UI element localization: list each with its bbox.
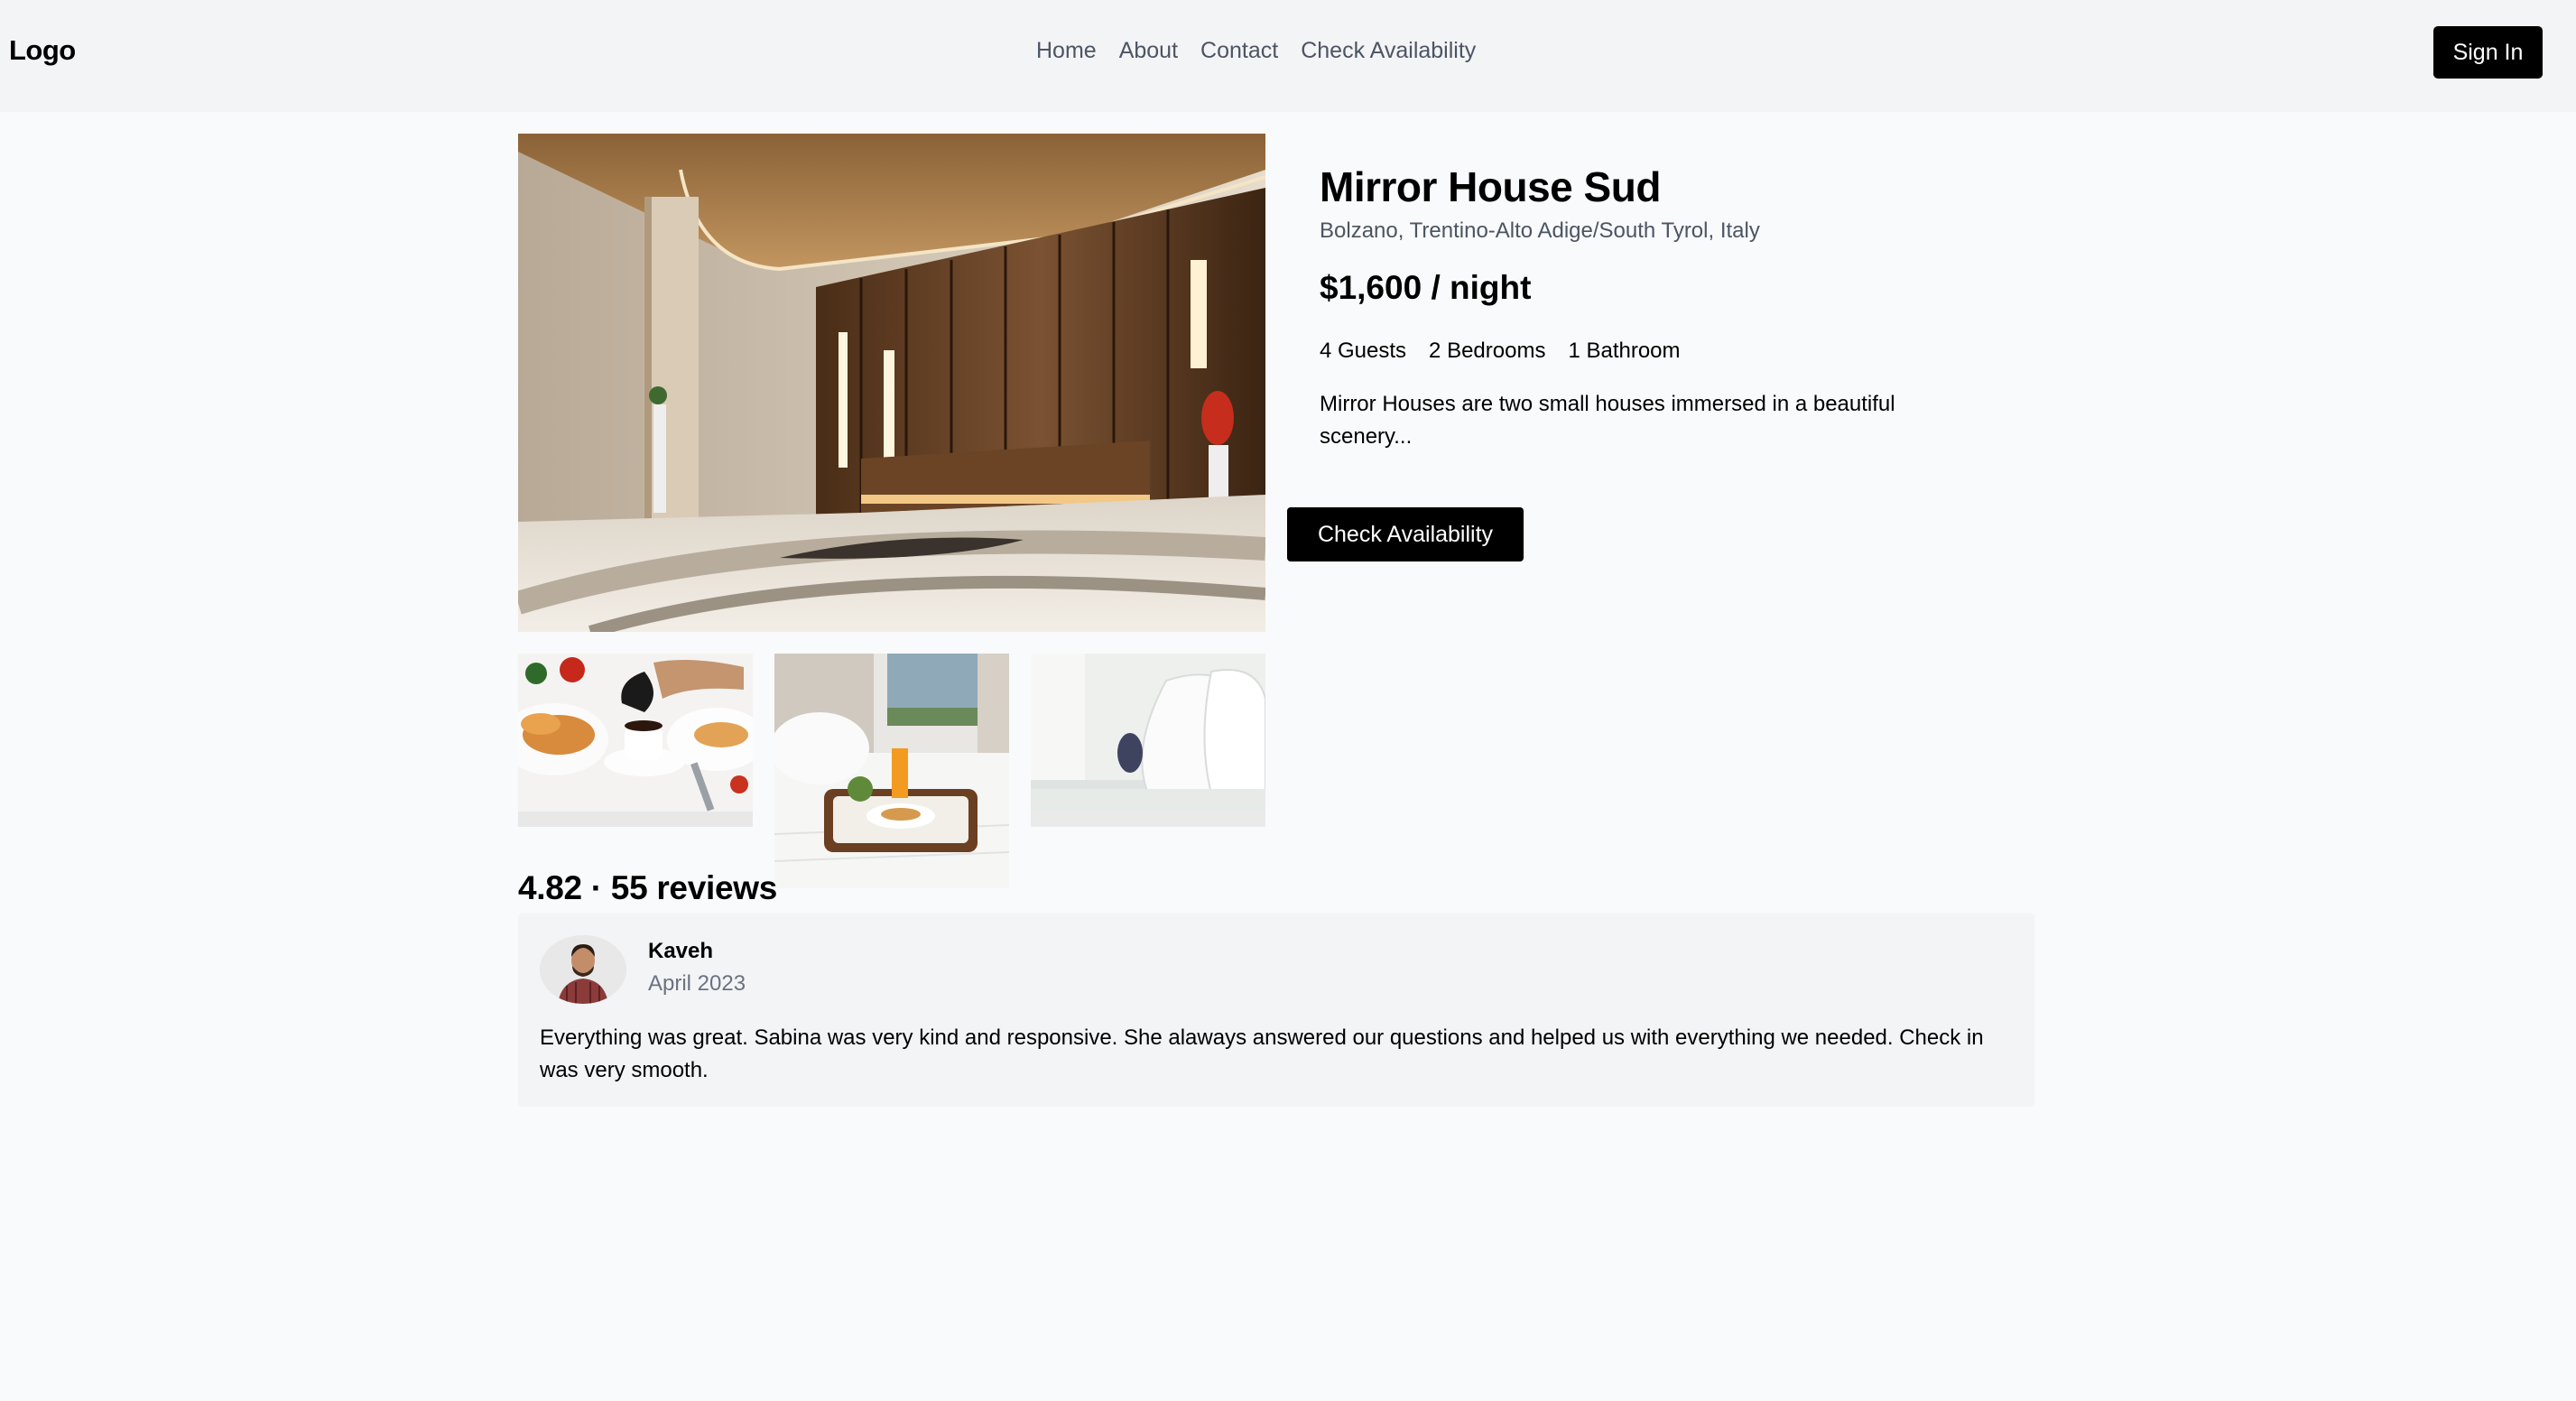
review-text: Everything was great. Sabina was very ki… (540, 1025, 1984, 1082)
avatar (540, 935, 626, 1004)
listing-price: $1,600 / night (1320, 269, 1532, 306)
logo[interactable]: Logo (9, 34, 76, 67)
spec-bathrooms: 1 Bathroom (1568, 339, 1681, 363)
reviewer-name: Kaveh (648, 939, 714, 963)
thumbnail-bed-pillows[interactable] (1031, 654, 1265, 827)
listing-specs: 4 Guests 2 Bedrooms 1 Bathroom (1320, 339, 1681, 364)
sign-in-button[interactable]: Sign In (2433, 26, 2543, 79)
nav-check-availability[interactable]: Check Availability (1301, 38, 1476, 64)
main-nav: Home About Contact Check Availability (1036, 38, 1476, 64)
nav-contact[interactable]: Contact (1200, 38, 1278, 64)
thumbnail-breakfast-coffee[interactable] (518, 654, 753, 827)
check-availability-button[interactable]: Check Availability (1287, 507, 1524, 561)
listing-location: Bolzano, Trentino-Alto Adige/South Tyrol… (1320, 218, 1760, 243)
nav-about[interactable]: About (1119, 38, 1178, 64)
nav-home[interactable]: Home (1036, 38, 1097, 64)
review-date: April 2023 (648, 971, 746, 996)
listing-title: Mirror House Sud (1320, 163, 1661, 210)
spec-bedrooms: 2 Bedrooms (1429, 339, 1546, 363)
main-listing-photo[interactable] (518, 134, 1265, 632)
spec-guests: 4 Guests (1320, 339, 1407, 363)
listing-description: Mirror Houses are two small houses immer… (1320, 392, 1895, 449)
thumbnail-breakfast-in-bed[interactable] (774, 654, 1009, 888)
top-header: Logo Home About Contact Check Availabili… (0, 0, 2576, 112)
rating-summary: 4.82 · 55 reviews (518, 869, 777, 906)
review-card: Kaveh April 2023 Everything was great. S… (518, 914, 2034, 1107)
